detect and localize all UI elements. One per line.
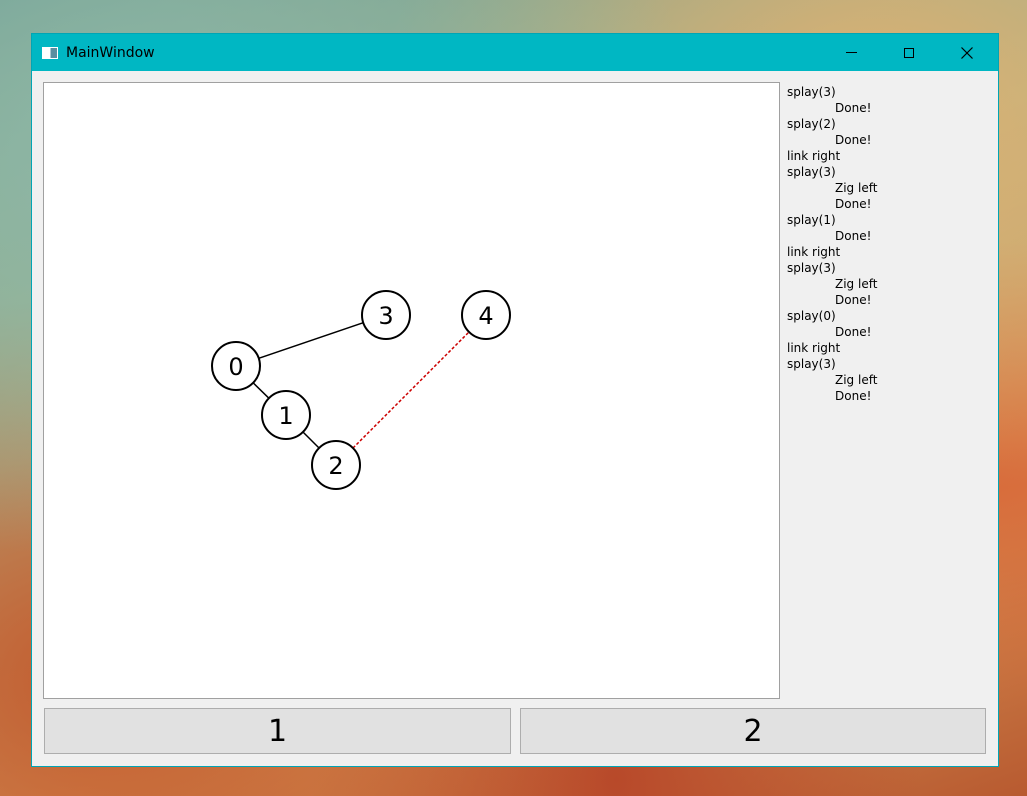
log-line: Done!: [835, 293, 872, 307]
log-line: Done!: [835, 325, 872, 339]
tree-node-label: 2: [328, 452, 343, 480]
log-line: splay(2): [787, 117, 836, 131]
button-1[interactable]: 1: [44, 708, 511, 754]
tree-node-label: 3: [378, 302, 393, 330]
log-line: splay(3): [787, 357, 836, 371]
tree-edge-0-3: [258, 322, 364, 359]
tree-edge-0-1: [252, 382, 270, 399]
close-icon: [961, 46, 973, 59]
maximize-button[interactable]: [880, 34, 938, 71]
log-line: Zig left: [835, 277, 878, 291]
app-icon: [42, 46, 58, 59]
main-window: MainWindow 01234 splay(3) Done! splay(2) Do…: [31, 33, 999, 767]
log-line: link right: [787, 149, 841, 163]
tree-node-label: 1: [278, 402, 293, 430]
tree-edge-1-2: [302, 431, 320, 449]
tree-edge-2-4: [352, 331, 470, 449]
log-line: Done!: [835, 197, 872, 211]
log-line: Done!: [835, 229, 872, 243]
log-line: Done!: [835, 389, 872, 403]
log-line: link right: [787, 245, 841, 259]
log-line: Zig left: [835, 181, 878, 195]
button-2[interactable]: 2: [520, 708, 986, 754]
tree-node-label: 4: [478, 302, 493, 330]
log-line: Zig left: [835, 373, 878, 387]
tree-node-label: 0: [228, 353, 243, 381]
tree-graph: 0 1 2 3 4: [211, 290, 511, 490]
window-title: MainWindow: [66, 44, 155, 61]
tree-node-1[interactable]: 1: [261, 390, 311, 440]
minimize-button[interactable]: [822, 34, 880, 71]
minimize-icon: [845, 52, 857, 53]
log-line: splay(0): [787, 309, 836, 323]
tree-node-0[interactable]: 0: [211, 341, 261, 391]
log-line: Done!: [835, 133, 872, 147]
log-line: Done!: [835, 101, 872, 115]
log-line: splay(1): [787, 213, 836, 227]
log-line: splay(3): [787, 261, 836, 275]
log-line: link right: [787, 341, 841, 355]
tree-node-3[interactable]: 3: [361, 290, 411, 340]
maximize-icon: [904, 47, 914, 58]
log-line: splay(3): [787, 165, 836, 179]
title-bar[interactable]: MainWindow: [32, 34, 998, 71]
tree-canvas[interactable]: 0 1 2 3 4: [43, 82, 780, 699]
close-button[interactable]: [938, 34, 996, 71]
tree-node-4[interactable]: 4: [461, 290, 511, 340]
operation-log: splay(3) Done! splay(2) Done! link right spla…: [787, 84, 992, 404]
tree-node-2[interactable]: 2: [311, 440, 361, 490]
log-line: splay(3): [787, 85, 836, 99]
